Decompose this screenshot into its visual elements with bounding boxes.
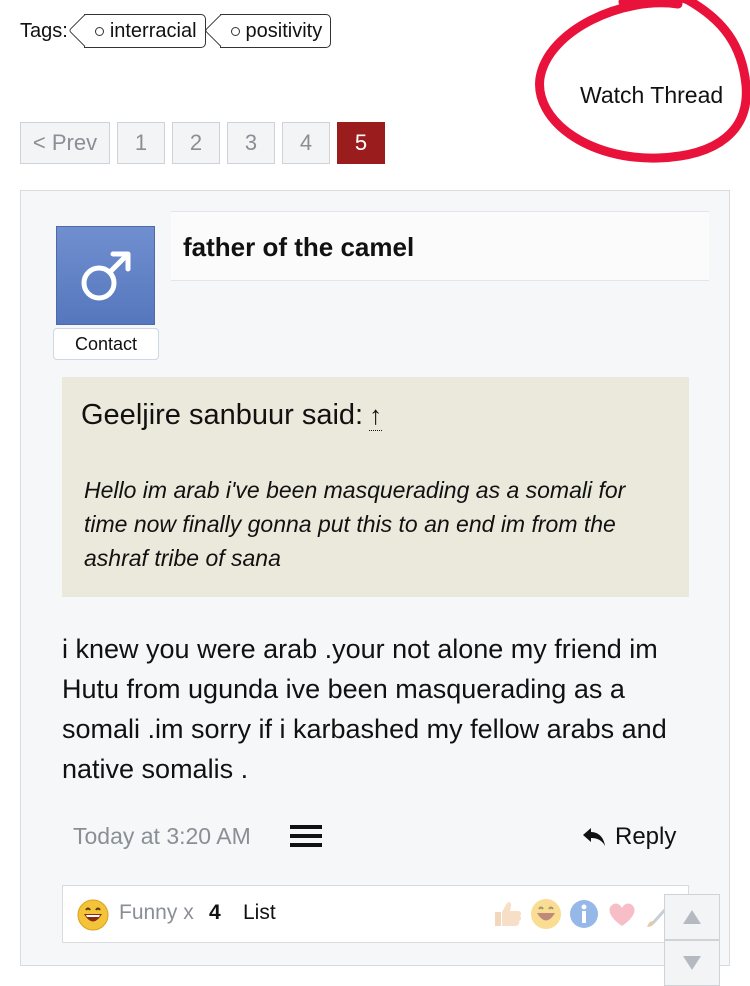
male-symbol-icon	[81, 251, 130, 300]
tags-label: Tags:	[20, 19, 68, 42]
contact-button[interactable]: Contact	[53, 328, 159, 360]
page-1-button[interactable]: 1	[117, 122, 165, 164]
triangle-up-icon	[683, 910, 701, 924]
page-5-button-current[interactable]: 5	[337, 122, 385, 164]
informative-icon[interactable]	[567, 897, 601, 931]
reactions-bar: Funny x 4 List	[62, 885, 689, 943]
tag-hole-icon	[94, 26, 104, 36]
reply-button[interactable]: Reply	[581, 823, 676, 851]
reaction-label: Funny x	[119, 901, 194, 924]
tag-positivity[interactable]: positivity	[219, 14, 332, 48]
quote-text: Hello im arab i've been masquerading as …	[84, 477, 626, 571]
reply-arrow-icon	[583, 828, 605, 846]
like-icon[interactable]	[491, 897, 525, 931]
scroll-up-button[interactable]	[664, 894, 720, 940]
reaction-count: 4	[209, 901, 221, 924]
quote-attribution: Geeljire sanbuur said: ↑	[81, 399, 383, 432]
pagination: < Prev 1 2 3 4 5	[20, 122, 385, 164]
post-header: father of the camel	[171, 211, 709, 281]
triangle-down-icon	[683, 956, 701, 970]
page-3-button[interactable]: 3	[227, 122, 275, 164]
post-timestamp[interactable]: Today at 3:20 AM	[73, 823, 251, 850]
reply-label: Reply	[615, 823, 677, 850]
post-message: i knew you were arab .your not alone my …	[62, 634, 667, 784]
page-2-button[interactable]: 2	[172, 122, 220, 164]
funny-icon[interactable]	[529, 897, 563, 931]
scroll-down-button[interactable]	[664, 940, 720, 986]
page-4-button[interactable]: 4	[282, 122, 330, 164]
quote-author: Geeljire sanbuur said:	[81, 399, 364, 431]
tag-hole-icon	[230, 26, 240, 36]
reaction-picker	[491, 897, 677, 931]
prev-page-button[interactable]: < Prev	[20, 122, 110, 164]
post-menu-icon[interactable]	[290, 825, 322, 849]
avatar[interactable]	[56, 226, 155, 325]
quote-jump-arrow-icon[interactable]: ↑	[369, 400, 383, 431]
tag-interracial[interactable]: interracial	[83, 14, 206, 48]
quote-block: Geeljire sanbuur said: ↑ Hello im arab i'…	[62, 377, 689, 597]
love-icon[interactable]	[605, 897, 639, 931]
watch-thread-link[interactable]: Watch Thread	[580, 82, 723, 109]
reactions-list-link[interactable]: List	[243, 901, 276, 925]
post-username[interactable]: father of the camel	[183, 232, 414, 263]
post-card: father of the camel Contact Geeljire san…	[20, 190, 730, 966]
funny-emoji-icon	[77, 899, 109, 931]
tags-row: Tags: interracial positivity	[20, 14, 332, 48]
